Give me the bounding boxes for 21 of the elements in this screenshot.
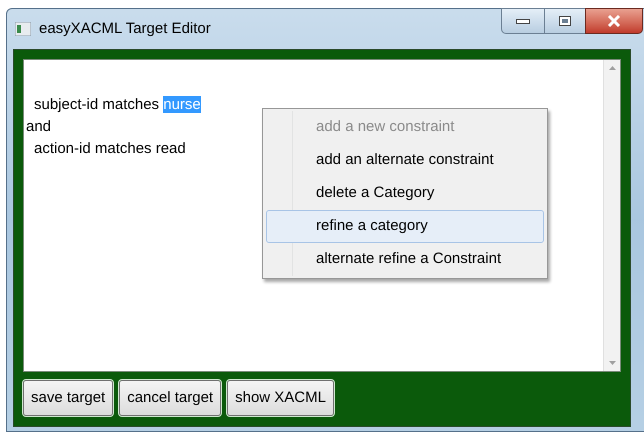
action-button[interactable]: cancel target [119, 380, 222, 416]
window-title: easyXACML Target Editor [39, 18, 211, 39]
menu-item[interactable]: add an alternate constraint [266, 144, 544, 177]
scroll-down-icon [608, 361, 616, 365]
menu-item[interactable]: delete a Category [266, 177, 544, 210]
minimize-button[interactable] [501, 8, 545, 34]
minimize-icon [516, 18, 530, 24]
maximize-icon [559, 16, 571, 26]
action-button[interactable]: save target [23, 380, 114, 416]
close-icon [607, 15, 621, 27]
close-button[interactable] [585, 8, 643, 34]
menu-item[interactable]: refine a category [266, 210, 544, 243]
text-line: and [26, 117, 52, 137]
scroll-up-icon [608, 66, 616, 70]
text-line: subject-id matches nurse [33, 95, 201, 115]
maximize-button[interactable] [545, 8, 585, 34]
app-icon [15, 22, 31, 36]
text-line: action-id matches read [33, 139, 186, 159]
vertical-scrollbar[interactable] [603, 60, 620, 371]
menu-item[interactable]: alternate refine a Constraint [266, 243, 544, 276]
action-button[interactable]: show XACML [227, 380, 334, 416]
